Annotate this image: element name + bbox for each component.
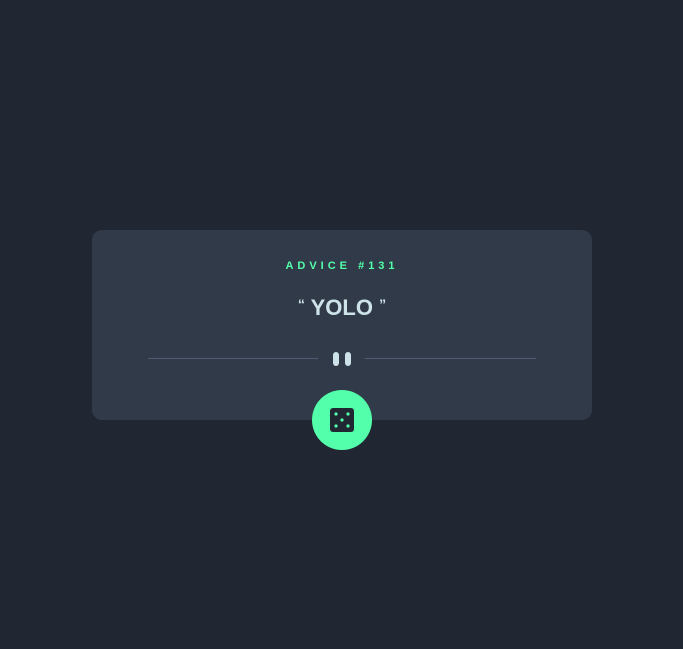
dice-icon — [330, 408, 354, 432]
page: ADVICE #131 “ YOLO ” — [0, 0, 683, 649]
pause-bar-left — [333, 352, 339, 366]
advice-text: YOLO — [310, 295, 373, 320]
advice-quote: “ YOLO ” — [92, 290, 592, 322]
pause-icon — [333, 352, 351, 366]
generate-advice-button[interactable] — [312, 390, 372, 450]
advice-id-label: ADVICE #131 — [285, 260, 399, 272]
divider-line-right — [365, 358, 536, 359]
quote-open-mark: “ — [297, 296, 305, 312]
pause-bar-right — [345, 352, 351, 366]
divider-line-left — [148, 358, 318, 359]
quote-close-mark: ” — [379, 296, 387, 312]
